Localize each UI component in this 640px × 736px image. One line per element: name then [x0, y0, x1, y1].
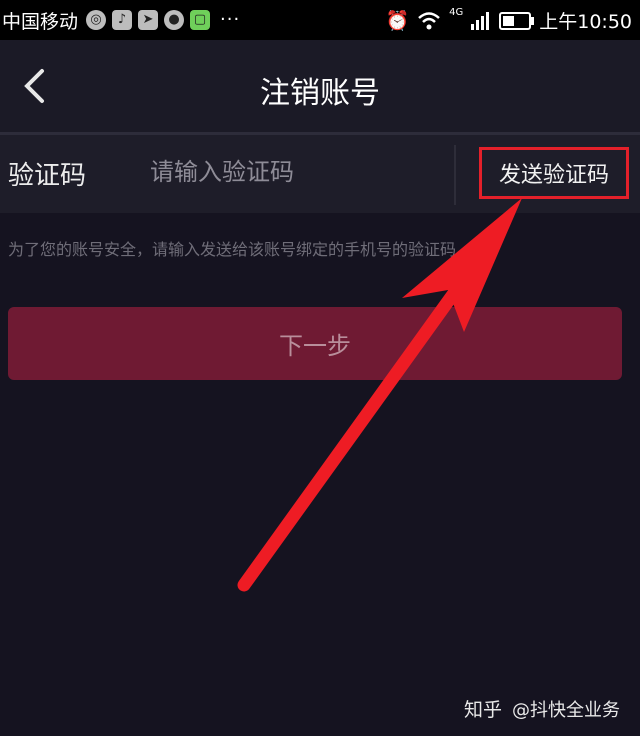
security-hint: 为了您的账号安全，请输入发送给该账号绑定的手机号的验证码。: [8, 240, 473, 259]
app-icon: ▢: [190, 9, 210, 30]
alarm-icon: ⏰: [385, 10, 410, 32]
watermark-author: @抖快全业务: [512, 699, 620, 721]
status-right: ⏰ 4G 上午10:50: [385, 7, 632, 34]
watermark: 知乎 @抖快全业务: [464, 695, 620, 722]
page-title: 注销账号: [260, 76, 380, 111]
wifi-icon: [418, 11, 440, 29]
tiktok-icon: ♪: [112, 9, 132, 30]
row-separator: [454, 145, 456, 205]
notification-icons: ◎ ♪ ➤ ● ▢ ···: [86, 9, 240, 30]
clock: 上午10:50: [539, 11, 632, 33]
code-input[interactable]: [150, 153, 450, 191]
signal-icon: [471, 11, 490, 30]
nav-header: 注销账号: [0, 40, 640, 132]
message-icon: ◎: [86, 9, 106, 30]
send-code-button[interactable]: 发送验证码: [479, 147, 629, 199]
chat-icon: ●: [164, 9, 184, 30]
carrier-label: 中国移动: [2, 11, 79, 33]
send-icon: ➤: [138, 9, 158, 30]
battery-icon: [499, 11, 535, 30]
more-notifications-icon: ···: [220, 9, 241, 30]
network-type: 4G: [449, 7, 464, 18]
next-step-button[interactable]: 下一步: [8, 307, 622, 380]
verification-row: 验证码 发送验证码: [0, 135, 640, 213]
code-label: 验证码: [8, 161, 87, 191]
zhihu-logo: 知乎: [463, 699, 502, 721]
status-bar: 中国移动 ◎ ♪ ➤ ● ▢ ··· ⏰ 4G 上午10:50: [0, 0, 640, 40]
